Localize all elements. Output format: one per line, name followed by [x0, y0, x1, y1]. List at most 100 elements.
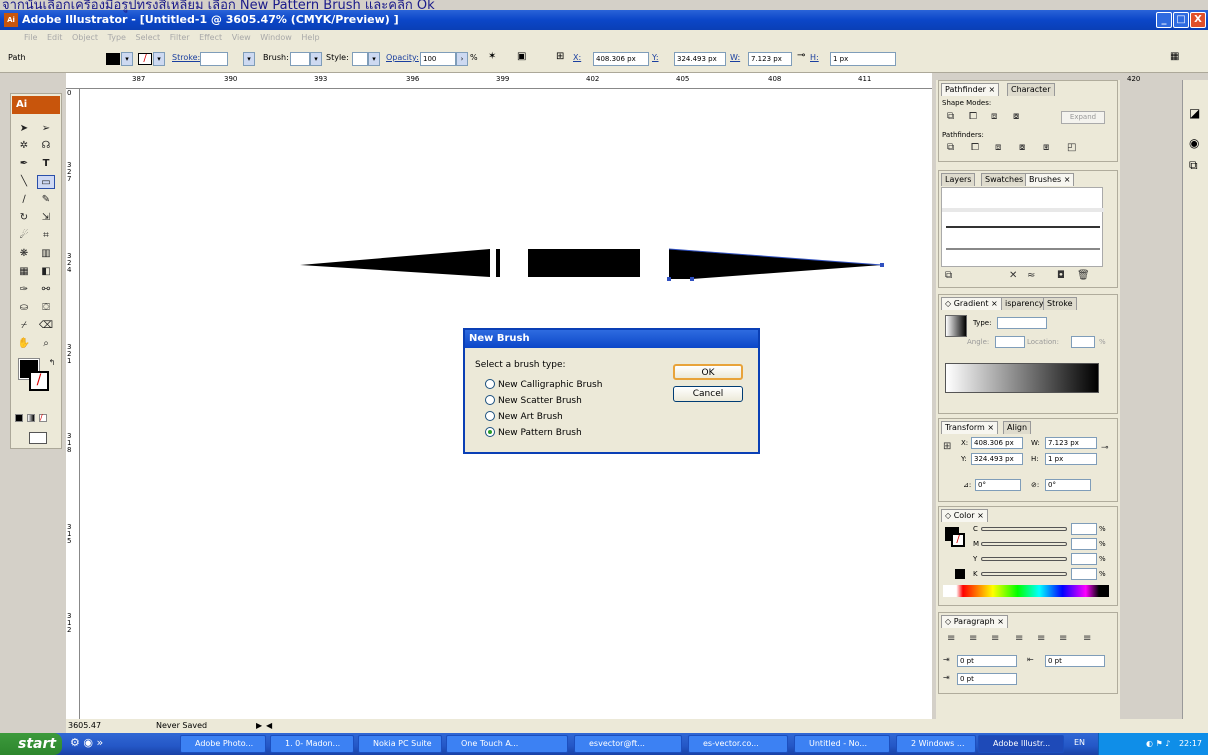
tab-align[interactable]: Align	[1003, 421, 1032, 434]
maximize-button[interactable]: □	[1173, 12, 1189, 28]
lasso-tool-icon[interactable]: ☊	[37, 139, 55, 153]
none-mode-icon[interactable]: /	[39, 414, 47, 422]
divide-icon[interactable]: ⧉	[947, 142, 954, 153]
symbols-icon[interactable]: ⧉	[1189, 158, 1198, 173]
magenta-field[interactable]	[1071, 538, 1097, 550]
top-ruler[interactable]: 387 390 393 396 399 402 405 408 411	[66, 73, 932, 89]
merge-icon[interactable]: ⧈	[995, 142, 1001, 153]
brush-sliver-shape[interactable]	[496, 249, 500, 277]
gradient-tool-icon[interactable]: ◧	[37, 265, 55, 279]
live-paint-selection-tool-icon[interactable]: ⛋	[37, 301, 55, 315]
minimize-button[interactable]: _	[1156, 12, 1172, 28]
task-notepad[interactable]: Untitled - No...	[794, 735, 890, 753]
align-icon[interactable]: ▣	[517, 51, 526, 62]
option-scatter-brush[interactable]: New Scatter Brush	[485, 395, 582, 406]
task-ftp[interactable]: esvector@ft...	[574, 735, 682, 753]
reference-point-icon[interactable]: ⊞	[943, 441, 951, 452]
exclude-icon[interactable]: ⧇	[1013, 111, 1019, 122]
reference-point-icon[interactable]: ⊞	[556, 51, 564, 62]
menu-effect[interactable]: Effect	[199, 33, 222, 42]
menu-window[interactable]: Window	[260, 33, 292, 42]
menu-edit[interactable]: Edit	[47, 33, 63, 42]
quick-launch-icons[interactable]: ⚙ ◉ »	[70, 736, 103, 749]
outline-icon[interactable]: ⧆	[1043, 142, 1049, 153]
brush-item[interactable]	[946, 248, 1100, 250]
language-indicator[interactable]: EN	[1074, 738, 1085, 747]
angle-field[interactable]	[995, 336, 1025, 348]
tab-paragraph[interactable]: ◇ Paragraph ×	[941, 615, 1008, 628]
task-browser[interactable]: es-vector.co...	[688, 735, 788, 753]
graph-tool-icon[interactable]: ▥	[37, 247, 55, 261]
link-icon[interactable]: ⊸	[797, 50, 805, 61]
left-indent-field[interactable]: 0 pt	[957, 655, 1017, 667]
screen-mode-icon[interactable]	[29, 432, 47, 444]
start-button[interactable]: start	[0, 733, 62, 755]
tab-gradient[interactable]: ◇ Gradient ×	[941, 297, 1002, 310]
yellow-field[interactable]	[1071, 553, 1097, 565]
color-spectrum[interactable]	[943, 585, 1109, 597]
justify-right-icon[interactable]: ≡	[1059, 633, 1067, 644]
task-onetouch[interactable]: One Touch A...	[446, 735, 568, 753]
anchor-point[interactable]	[690, 277, 694, 281]
eyedropper-tool-icon[interactable]: ✑	[15, 283, 33, 297]
brush-library-icon[interactable]: ⧉	[945, 270, 952, 281]
workspace-icon[interactable]: ▦	[1170, 51, 1179, 62]
style-field[interactable]	[352, 52, 368, 66]
last-color-swatch[interactable]	[955, 569, 965, 579]
task-nokia[interactable]: Nokia PC Suite	[358, 735, 442, 753]
menu-file[interactable]: File	[24, 33, 37, 42]
x-field[interactable]: 408.306 px	[593, 52, 649, 66]
right-indent-field[interactable]: 0 pt	[1045, 655, 1105, 667]
line-tool-icon[interactable]: ╲	[15, 175, 33, 189]
task-windows-group[interactable]: 2 Windows ...	[896, 735, 976, 753]
hand-tool-icon[interactable]: ✋	[15, 337, 33, 351]
stroke-dropdown[interactable]: ▾	[153, 52, 165, 66]
align-left-icon[interactable]: ≡	[947, 633, 955, 644]
cyan-slider[interactable]	[981, 527, 1067, 531]
stroke-color-box[interactable]: /	[29, 371, 49, 391]
rotate-tool-icon[interactable]: ↻	[15, 211, 33, 225]
selection-tool-icon[interactable]: ➤	[15, 122, 33, 136]
justify-center-icon[interactable]: ≡	[1037, 633, 1045, 644]
ok-button[interactable]: OK	[673, 364, 743, 380]
tab-transform[interactable]: Transform ×	[941, 421, 999, 434]
magic-wand-tool-icon[interactable]: ✲	[15, 139, 33, 153]
opacity-dropdown[interactable]: ›	[456, 52, 468, 66]
gradient-swatch[interactable]	[945, 315, 967, 337]
cyan-field[interactable]	[1071, 523, 1097, 535]
slice-tool-icon[interactable]: ⌿	[15, 319, 33, 333]
w-label[interactable]: W:	[730, 53, 740, 62]
align-center-icon[interactable]: ≡	[969, 633, 977, 644]
x-label[interactable]: X:	[573, 53, 581, 62]
color-mode-icon[interactable]	[15, 414, 23, 422]
live-paint-tool-icon[interactable]: ⛀	[15, 301, 33, 315]
justify-all-icon[interactable]: ≡	[1083, 633, 1091, 644]
menu-view[interactable]: View	[232, 33, 251, 42]
fill-swatch[interactable]	[106, 53, 120, 65]
menu-filter[interactable]: Filter	[170, 33, 190, 42]
brush-dropdown[interactable]: ▾	[310, 52, 322, 66]
black-field[interactable]	[1071, 568, 1097, 580]
stroke-label[interactable]: Stroke:	[172, 53, 200, 62]
crop-icon[interactable]: ⧇	[1019, 142, 1025, 153]
stroke-swatch[interactable]: /	[138, 53, 152, 65]
brush-field[interactable]	[290, 52, 310, 66]
scale-tool-icon[interactable]: ⇲	[37, 211, 55, 225]
tray-icons[interactable]: ◐ ⚑ ♪	[1146, 739, 1170, 748]
anchor-point[interactable]	[667, 277, 671, 281]
h-label[interactable]: H:	[810, 53, 819, 62]
brush-tail-shape[interactable]	[300, 249, 490, 277]
shear-field[interactable]: 0°	[1045, 479, 1091, 491]
brush-item[interactable]	[946, 226, 1100, 228]
align-right-icon[interactable]: ≡	[991, 633, 999, 644]
tab-brushes[interactable]: Brushes ×	[1025, 173, 1075, 186]
rotate-field[interactable]: 0°	[975, 479, 1021, 491]
pencil-tool-icon[interactable]: ✎	[37, 193, 55, 207]
appearance-icon[interactable]: ◪	[1189, 106, 1200, 120]
opacity-field[interactable]: 100	[420, 52, 456, 66]
brush-item[interactable]	[942, 208, 1104, 212]
delete-brush-icon[interactable]: 🗑	[1077, 270, 1090, 281]
pen-tool-icon[interactable]: ✒	[15, 157, 33, 171]
location-field[interactable]	[1071, 336, 1095, 348]
task-media[interactable]: 1. 0- Madon...	[270, 735, 354, 753]
